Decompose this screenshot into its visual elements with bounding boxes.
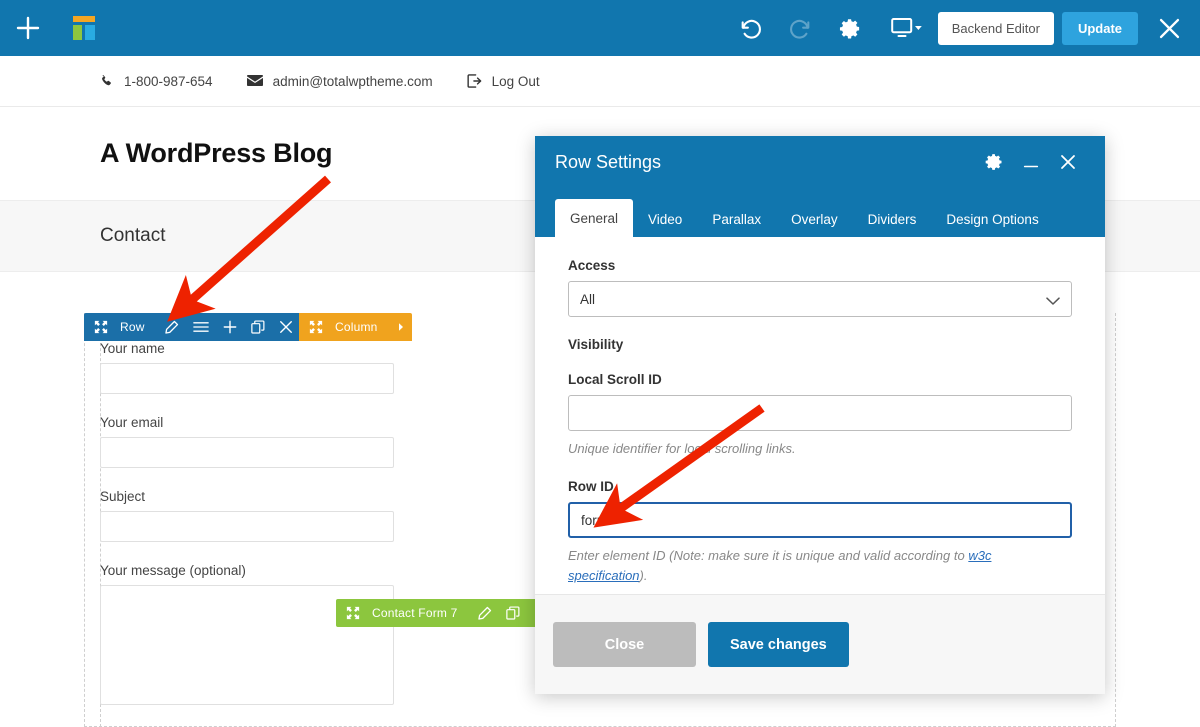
row-layout-icon[interactable] xyxy=(186,313,216,341)
modal-title: Row Settings xyxy=(555,152,661,173)
row-controls-toolbar: Row xyxy=(84,313,300,341)
email-item[interactable]: admin@totalwptheme.com xyxy=(247,74,433,89)
row-settings-modal: Row Settings General Video Parall xyxy=(535,136,1105,694)
field-input-email[interactable] xyxy=(100,437,394,468)
page-title: Contact xyxy=(100,225,165,247)
tab-general[interactable]: General xyxy=(555,199,633,237)
site-title[interactable]: A WordPress Blog xyxy=(100,138,332,169)
redo-icon xyxy=(776,0,826,56)
tab-design-options[interactable]: Design Options xyxy=(931,201,1053,237)
element-label[interactable]: Contact Form 7 xyxy=(365,599,470,627)
envelope-icon xyxy=(247,75,263,87)
row-drag-handle-icon[interactable] xyxy=(84,313,113,341)
row-edit-icon[interactable] xyxy=(157,313,186,341)
phone-number: 1-800-987-654 xyxy=(124,74,213,89)
logo-bar-right xyxy=(85,25,95,40)
element-edit-icon[interactable] xyxy=(470,599,499,627)
logo-bar-left xyxy=(73,25,82,40)
wpbakery-logo-icon[interactable] xyxy=(56,0,112,56)
row-id-hint: Enter element ID (Note: make sure it is … xyxy=(568,546,1072,586)
modal-body: Access All Visibility Local Scroll ID Un… xyxy=(535,237,1105,594)
modal-gear-icon[interactable] xyxy=(975,152,1013,172)
tab-dividers[interactable]: Dividers xyxy=(853,201,932,237)
save-changes-button[interactable]: Save changes xyxy=(708,622,849,667)
modal-tab-bar: General Video Parallax Overlay Dividers … xyxy=(535,188,1105,237)
field-label-name: Your name xyxy=(100,341,394,356)
modal-header-actions xyxy=(975,152,1087,172)
gear-icon[interactable] xyxy=(826,0,876,56)
column-controls-toolbar: Column xyxy=(299,313,412,341)
close-editor-icon[interactable] xyxy=(1138,0,1200,56)
phone-icon xyxy=(100,74,114,88)
row-delete-icon[interactable] xyxy=(272,313,300,341)
field-input-subject[interactable] xyxy=(100,511,394,542)
logout-icon xyxy=(467,74,482,88)
row-id-hint-before: Enter element ID (Note: make sure it is … xyxy=(568,548,968,563)
email-address: admin@totalwptheme.com xyxy=(273,74,433,89)
row-id-input[interactable]: form xyxy=(568,502,1072,538)
modal-header: Row Settings xyxy=(535,136,1105,188)
admin-toolbar-right: Backend Editor Update xyxy=(726,0,1200,56)
row-clone-icon[interactable] xyxy=(244,313,272,341)
modal-footer: Close Save changes xyxy=(535,594,1105,694)
close-button[interactable]: Close xyxy=(553,622,696,667)
admin-toolbar: Backend Editor Update xyxy=(0,0,1200,56)
element-controls-toolbar: Contact Form 7 xyxy=(336,599,555,627)
screen: Backend Editor Update 1-800-987-654 admi… xyxy=(0,0,1200,727)
logout-item[interactable]: Log Out xyxy=(467,74,540,89)
modal-minimize-icon[interactable] xyxy=(1013,153,1049,171)
admin-toolbar-left xyxy=(0,0,112,56)
site-top-bar: 1-800-987-654 admin@totalwptheme.com Log… xyxy=(0,56,1200,107)
local-scroll-id-label: Local Scroll ID xyxy=(568,372,1072,387)
row-id-hint-after: ). xyxy=(640,568,648,583)
field-label-subject: Subject xyxy=(100,489,394,504)
field-label-email: Your email xyxy=(100,415,394,430)
column-expand-icon[interactable] xyxy=(390,313,412,341)
element-clone-icon[interactable] xyxy=(499,599,527,627)
access-label: Access xyxy=(568,258,1072,273)
row-id-label: Row ID xyxy=(568,479,1072,494)
row-add-icon[interactable] xyxy=(216,313,244,341)
modal-close-icon[interactable] xyxy=(1049,152,1087,172)
logo-bar-top xyxy=(73,16,95,22)
responsive-preview-icon[interactable] xyxy=(876,0,938,56)
access-select[interactable]: All xyxy=(568,281,1072,317)
access-select-wrap: All xyxy=(568,281,1072,317)
element-drag-handle-icon[interactable] xyxy=(336,599,365,627)
local-scroll-id-hint: Unique identifier for local scrolling li… xyxy=(568,439,1072,459)
contact-form: Your name Your email Subject Your messag… xyxy=(100,341,394,705)
field-label-message: Your message (optional) xyxy=(100,563,394,578)
add-element-icon[interactable] xyxy=(0,0,56,56)
update-button[interactable]: Update xyxy=(1062,12,1138,45)
tab-overlay[interactable]: Overlay xyxy=(776,201,853,237)
backend-editor-button[interactable]: Backend Editor xyxy=(938,12,1054,45)
local-scroll-id-input[interactable] xyxy=(568,395,1072,431)
logo-grid xyxy=(69,13,99,43)
column-drag-handle-icon[interactable] xyxy=(299,313,328,341)
logout-label: Log Out xyxy=(492,74,540,89)
phone-item[interactable]: 1-800-987-654 xyxy=(100,74,213,89)
column-label[interactable]: Column xyxy=(328,313,390,341)
tab-video[interactable]: Video xyxy=(633,201,697,237)
tab-parallax[interactable]: Parallax xyxy=(697,201,776,237)
field-input-name[interactable] xyxy=(100,363,394,394)
visibility-label: Visibility xyxy=(568,337,1072,352)
undo-icon[interactable] xyxy=(726,0,776,56)
row-label[interactable]: Row xyxy=(113,313,157,341)
